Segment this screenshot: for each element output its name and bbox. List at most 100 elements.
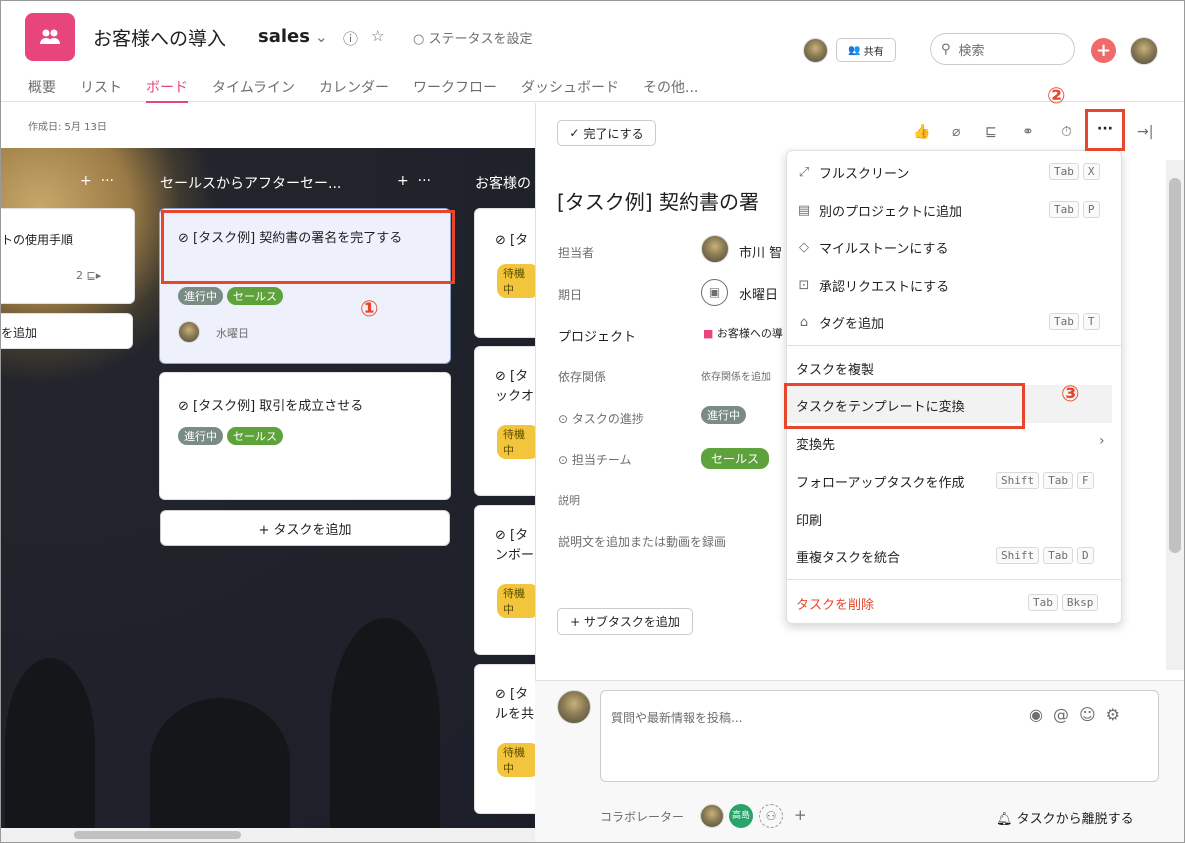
shortcut: Shift Tab D [996, 547, 1094, 564]
menu-item-merge-duplicate[interactable]: 重複タスクを統合 [796, 547, 900, 566]
task-title[interactable]: [タスク例] 契約書の署 [557, 186, 787, 215]
assignee-value[interactable]: 市川 智 [739, 242, 782, 261]
expand-icon: ⤢ [798, 165, 810, 180]
leave-task-button[interactable]: 🔔︎ タスクから離脱する [996, 808, 1134, 827]
create-button[interactable]: + [1091, 38, 1116, 63]
shortcut: Tab X [1049, 163, 1100, 180]
menu-item-duplicate[interactable]: タスクを複製 [796, 359, 874, 378]
comment-toolbar[interactable]: ◉@☺⚙ [1029, 705, 1130, 724]
scrollbar-thumb[interactable] [74, 831, 241, 839]
subtask-icon[interactable]: ⊑ [985, 124, 997, 140]
tag-waiting: 待機中 [497, 425, 539, 459]
task-card[interactable]: ⊘ [タ ルを共 待機中 [474, 664, 544, 814]
avatar[interactable] [803, 38, 828, 63]
assignee-avatar[interactable] [701, 235, 729, 263]
close-panel-icon[interactable]: →| [1137, 124, 1153, 140]
tag-waiting: 待機中 [497, 584, 539, 618]
menu-item-delete[interactable]: タスクを削除 [796, 594, 874, 613]
task-card[interactable]: トの使用手順 2 ⊑▸ [0, 208, 135, 304]
vertical-scrollbar[interactable] [1166, 160, 1185, 670]
tag-list: 進行中 セールス [178, 287, 287, 305]
collaborator-avatar[interactable] [700, 804, 724, 828]
tab-overview[interactable]: 概要 [28, 77, 56, 97]
project-value[interactable]: ■ お客様への導 [703, 325, 783, 341]
tab-more[interactable]: その他... [643, 77, 698, 97]
subtask-count: 2 ⊑▸ [76, 269, 102, 282]
menu-item-milestone[interactable]: ◇ マイルストーンにする [796, 238, 948, 257]
info-icon[interactable]: ⓘ [343, 28, 358, 49]
dependency-label: 依存関係 [558, 370, 607, 384]
menu-item-add-tag[interactable]: ⌂ タグを追加 [796, 313, 884, 332]
add-subtask-button[interactable]: + サブタスクを追加 [557, 608, 693, 635]
due-value[interactable]: 水曜日 [739, 284, 778, 303]
star-icon[interactable]: ☆ [371, 27, 384, 45]
add-task-button[interactable]: を追加 [0, 313, 133, 349]
menu-item-followup[interactable]: フォローアップタスクを作成 [796, 472, 964, 491]
description-label: 説明 [558, 494, 580, 507]
scrollbar-thumb[interactable] [1169, 178, 1181, 553]
menu-divider [787, 579, 1121, 580]
task-card[interactable]: ⊘ [タ ックオ 待機中 [474, 346, 544, 496]
shortcut: Tab T [1049, 313, 1100, 330]
share-button[interactable]: 👥 共有 [836, 38, 896, 62]
tab-timeline[interactable]: タイムライン [212, 77, 295, 97]
tab-calendar[interactable]: カレンダー [319, 77, 389, 97]
link-icon[interactable]: ⚭ [1022, 124, 1034, 140]
project-list-icon: ▤ [797, 203, 811, 218]
menu-item-fullscreen[interactable]: ⤢ フルスクリーン [796, 163, 910, 182]
task-card[interactable]: ⊘ [タ 待機中 [474, 208, 544, 338]
column-0-actions[interactable]: + ··· [80, 173, 114, 189]
menu-item-add-to-project[interactable]: ▤ 別のプロジェクトに追加 [796, 201, 962, 220]
people-icon [40, 29, 60, 44]
tab-workflow[interactable]: ワークフロー [413, 77, 497, 97]
due-label: 期日 [558, 288, 583, 302]
tab-dashboard[interactable]: ダッシュボード [521, 77, 619, 97]
project-label: プロジェクト [558, 330, 637, 345]
status-button[interactable]: ○ ステータスを設定 [413, 28, 533, 47]
record-icon: ◉ [1029, 705, 1053, 724]
task-card-selected[interactable]: ⊘ [タスク例] 契約書の署名を完了する 進行中 セールス 水曜日 [159, 208, 451, 364]
search-input[interactable]: ⚲ 検索 [930, 33, 1075, 65]
task-card[interactable]: ⊘ [タスク例] 取引を成立させる 進行中 セールス [159, 372, 451, 500]
project-icon[interactable] [25, 13, 75, 61]
attachment-icon[interactable]: ⌀ [952, 124, 960, 140]
menu-item-approval[interactable]: ⊡ 承認リクエストにする [796, 276, 950, 295]
shortcut: Tab Bksp [1028, 594, 1099, 611]
progress-tag[interactable]: 進行中 [701, 406, 746, 424]
more-options-icon[interactable]: ··· [1097, 121, 1113, 137]
horizontal-scrollbar[interactable] [0, 828, 535, 842]
timer-icon[interactable]: ⏱ [1061, 124, 1072, 140]
collaborator-avatar[interactable]: 高島 [729, 804, 753, 828]
add-collaborator-icon[interactable]: ⚇ [759, 804, 783, 828]
column-title[interactable]: セールスからアフターセー... [160, 173, 341, 193]
background-tree [150, 698, 290, 828]
nav-tabs: 概要 リスト ボード タイムライン カレンダー ワークフロー ダッシュボード そ… [28, 77, 722, 103]
menu-item-print[interactable]: 印刷 [796, 510, 822, 529]
people-icon: 👥 [848, 44, 861, 56]
description-input[interactable]: 説明文を追加または動画を録画 [558, 533, 726, 550]
add-dependency[interactable]: 依存関係を追加 [701, 368, 771, 383]
chevron-right-icon: › [1099, 433, 1105, 449]
tag-sales: セールス [227, 427, 283, 445]
task-card[interactable]: ⊘ [タ ンボー 待機中 [474, 505, 544, 655]
user-avatar[interactable] [1130, 37, 1158, 65]
column-title[interactable]: お客様の [475, 173, 531, 193]
shortcut: Tab P [1049, 201, 1100, 218]
menu-item-convert-template[interactable]: タスクをテンプレートに変換 [796, 396, 965, 415]
check-circle-icon: ⊘ [178, 231, 194, 246]
tab-list[interactable]: リスト [80, 77, 122, 97]
tag-waiting: 待機中 [497, 743, 539, 777]
menu-item-convert-to[interactable]: 変換先 [796, 434, 835, 453]
add-collaborator-plus[interactable]: + [794, 806, 807, 824]
like-icon[interactable]: 👍 [913, 124, 930, 140]
add-task-button[interactable]: + タスクを追加 [160, 510, 450, 546]
comment-input[interactable]: 質問や最新情報を投稿... ◉@☺⚙ [600, 690, 1159, 782]
mark-complete-button[interactable]: ✓ 完了にする [557, 120, 656, 146]
annotation-number-1: ① [360, 297, 379, 322]
team-tag[interactable]: セールス [701, 448, 770, 469]
tab-board[interactable]: ボード [146, 77, 188, 103]
project-name[interactable]: sales [258, 26, 310, 47]
column-1-actions[interactable]: + ··· [397, 173, 431, 189]
calendar-icon[interactable]: ▣ [701, 279, 728, 306]
chevron-down-icon[interactable]: ⌄ [315, 28, 328, 46]
